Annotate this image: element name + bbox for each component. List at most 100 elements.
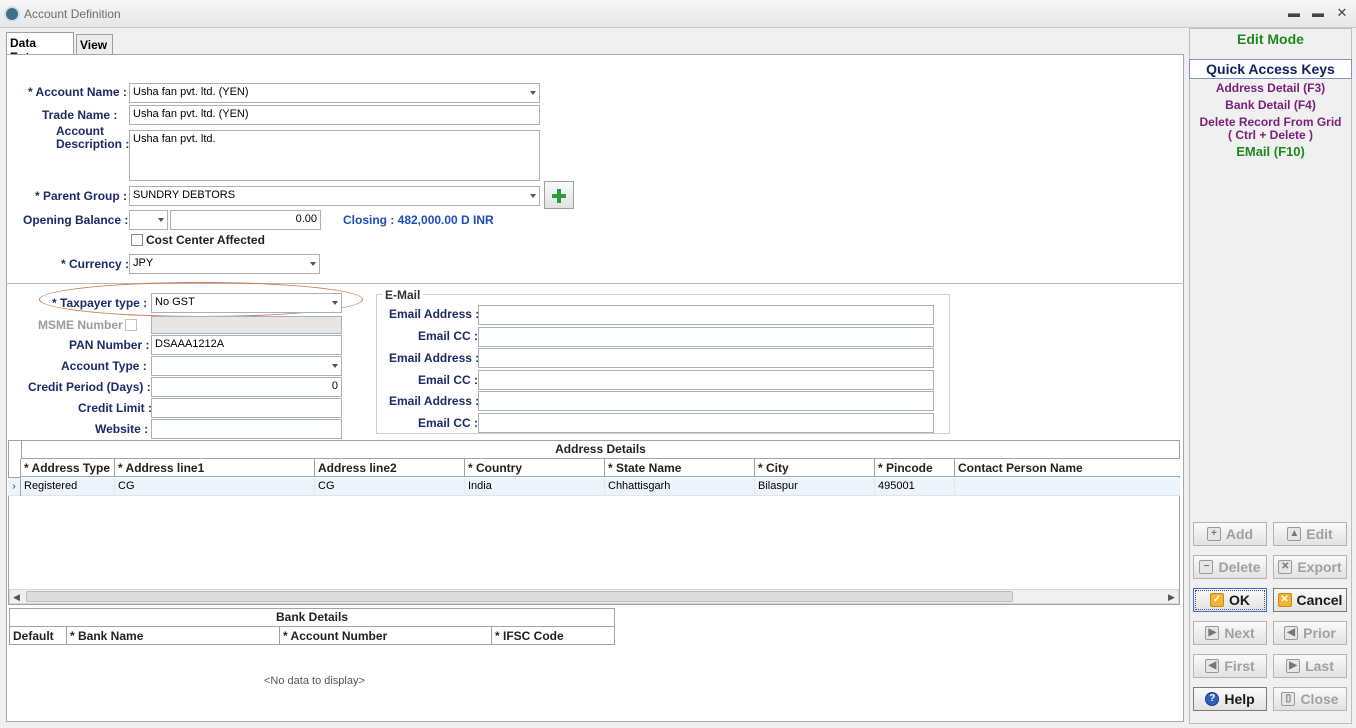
email-address-input-1[interactable]	[478, 305, 934, 325]
email-cc-input-2[interactable]	[478, 370, 934, 390]
column-header-ifsc-code[interactable]: * IFSC Code	[492, 627, 615, 645]
add-button[interactable]: + Add	[1193, 522, 1267, 546]
account-type-combobox[interactable]	[151, 356, 342, 376]
last-button[interactable]: ▶ Last	[1273, 654, 1347, 678]
column-header-bank-name[interactable]: * Bank Name	[67, 627, 280, 645]
chevron-down-icon[interactable]	[332, 301, 338, 305]
app-icon	[4, 6, 20, 22]
table-row[interactable]: › Registered CG CG India Chhattisgarh Bi…	[8, 478, 1180, 496]
close-button[interactable]: ▯ Close	[1273, 687, 1347, 711]
parent-group-value: SUNDRY DEBTORS	[133, 189, 236, 201]
opening-balance-input[interactable]: 0.00	[170, 210, 321, 230]
currency-combobox[interactable]: JPY	[129, 254, 320, 274]
column-header-pincode[interactable]: * Pincode	[875, 459, 955, 477]
cell-address-line1[interactable]: CG	[115, 478, 315, 495]
pan-number-input[interactable]: DSAAA1212A	[151, 335, 342, 355]
parent-group-combobox[interactable]: SUNDRY DEBTORS	[129, 186, 540, 206]
export-button[interactable]: ✕ Export	[1273, 555, 1347, 579]
account-type-label: Account Type :	[61, 359, 147, 373]
ok-button[interactable]: ✓ OK	[1193, 588, 1267, 612]
column-header-contact-person[interactable]: Contact Person Name	[955, 459, 1180, 477]
column-header-default[interactable]: Default	[9, 627, 67, 645]
credit-period-label: Credit Period (Days) :	[28, 380, 151, 394]
account-description-label-2: Description :	[56, 137, 130, 151]
minimize-icon[interactable]: ▬	[1286, 6, 1302, 20]
next-button[interactable]: ▶ Next	[1193, 621, 1267, 645]
scroll-left-icon[interactable]: ◀	[13, 592, 20, 603]
ok-button-label: OK	[1229, 592, 1250, 608]
balance-type-combobox[interactable]	[129, 210, 168, 230]
door-icon: ▯	[1281, 692, 1296, 706]
credit-limit-input[interactable]	[151, 398, 342, 418]
chevron-down-icon[interactable]	[158, 218, 164, 222]
taxpayer-type-combobox[interactable]: No GST	[151, 293, 342, 313]
quick-access-title: Quick Access Keys	[1189, 59, 1352, 79]
tab-data-entry[interactable]: Data Entry	[6, 32, 74, 64]
close-icon[interactable]: ✕	[1334, 6, 1350, 20]
first-button-label: First	[1224, 658, 1255, 674]
cell-address-type[interactable]: Registered	[21, 478, 115, 495]
maximize-icon[interactable]: ▬	[1310, 6, 1326, 20]
cancel-button[interactable]: ✕ Cancel	[1273, 588, 1347, 612]
chevron-down-icon[interactable]	[530, 91, 536, 95]
cell-pincode[interactable]: 495001	[875, 478, 955, 495]
first-button[interactable]: ◀ First	[1193, 654, 1267, 678]
quick-key-address[interactable]: Address Detail (F3)	[1189, 81, 1352, 95]
chevron-down-icon[interactable]	[310, 262, 316, 266]
website-input[interactable]	[151, 419, 342, 439]
email-address-input-3[interactable]	[478, 391, 934, 411]
cell-address-line2[interactable]: CG	[315, 478, 465, 495]
credit-period-input[interactable]: 0	[151, 377, 342, 397]
tab-view[interactable]: View	[76, 34, 113, 54]
website-label: Website :	[95, 422, 149, 436]
email-address-label-1: Email Address :	[389, 307, 480, 321]
delete-button[interactable]: − Delete	[1193, 555, 1267, 579]
quick-key-email[interactable]: EMail (F10)	[1189, 144, 1352, 159]
bank-grid-title: Bank Details	[9, 608, 615, 627]
window-title: Account Definition	[24, 7, 121, 21]
quick-key-delete-shortcut: ( Ctrl + Delete )	[1227, 128, 1314, 142]
account-name-label: * Account Name :	[28, 85, 127, 99]
account-name-combobox[interactable]: Usha fan pvt. ltd. (YEN)	[129, 83, 540, 103]
email-address-input-2[interactable]	[478, 348, 934, 368]
scroll-right-icon[interactable]: ▶	[1168, 592, 1175, 603]
cell-contact-person[interactable]	[955, 478, 1180, 495]
cell-city[interactable]: Bilaspur	[755, 478, 875, 495]
chevron-down-icon[interactable]	[530, 194, 536, 198]
column-header-country[interactable]: * Country	[465, 459, 605, 477]
trade-name-input[interactable]: Usha fan pvt. ltd. (YEN)	[129, 105, 540, 125]
title-bar: Account Definition ▬ ▬ ✕	[0, 0, 1356, 28]
cost-center-checkbox[interactable]	[131, 234, 143, 246]
quick-key-delete-record[interactable]: Delete Record From Grid	[1189, 115, 1352, 129]
column-header-address-type[interactable]: * Address Type	[21, 459, 115, 477]
msme-checkbox[interactable]	[125, 319, 137, 331]
email-cc-input-3[interactable]	[478, 413, 934, 433]
email-cc-label-1: Email CC :	[418, 329, 479, 343]
quick-key-bank[interactable]: Bank Detail (F4)	[1189, 98, 1352, 112]
column-header-address-line1[interactable]: * Address line1	[115, 459, 315, 477]
currency-label: * Currency :	[61, 257, 130, 271]
chevron-down-icon[interactable]	[332, 364, 338, 368]
column-header-state-name[interactable]: * State Name	[605, 459, 755, 477]
column-header-address-line2[interactable]: Address line2	[315, 459, 465, 477]
checkmark-icon: ✓	[1210, 593, 1224, 607]
add-button-label: Add	[1225, 526, 1254, 542]
email-cc-label-3: Email CC :	[418, 416, 479, 430]
scrollbar-thumb[interactable]	[26, 591, 1013, 602]
email-cc-input-1[interactable]	[478, 327, 934, 347]
edit-button[interactable]: ▲ Edit	[1273, 522, 1347, 546]
prior-button[interactable]: ◀ Prior	[1273, 621, 1347, 645]
column-header-account-number[interactable]: * Account Number	[280, 627, 492, 645]
cell-country[interactable]: India	[465, 478, 605, 495]
plus-icon: +	[1206, 527, 1221, 541]
address-grid-title: Address Details	[21, 440, 1180, 459]
horizontal-scrollbar[interactable]: ◀ ▶	[9, 589, 1179, 604]
account-description-textarea[interactable]: Usha fan pvt. ltd.	[129, 130, 540, 181]
cell-state-name[interactable]: Chhattisgarh	[605, 478, 755, 495]
add-parent-group-button[interactable]	[544, 181, 574, 209]
help-button-label: Help	[1224, 691, 1255, 707]
help-button[interactable]: ? Help	[1193, 687, 1267, 711]
row-header-corner	[8, 459, 21, 478]
msme-number-label: MSME Number	[38, 318, 123, 332]
column-header-city[interactable]: * City	[755, 459, 875, 477]
